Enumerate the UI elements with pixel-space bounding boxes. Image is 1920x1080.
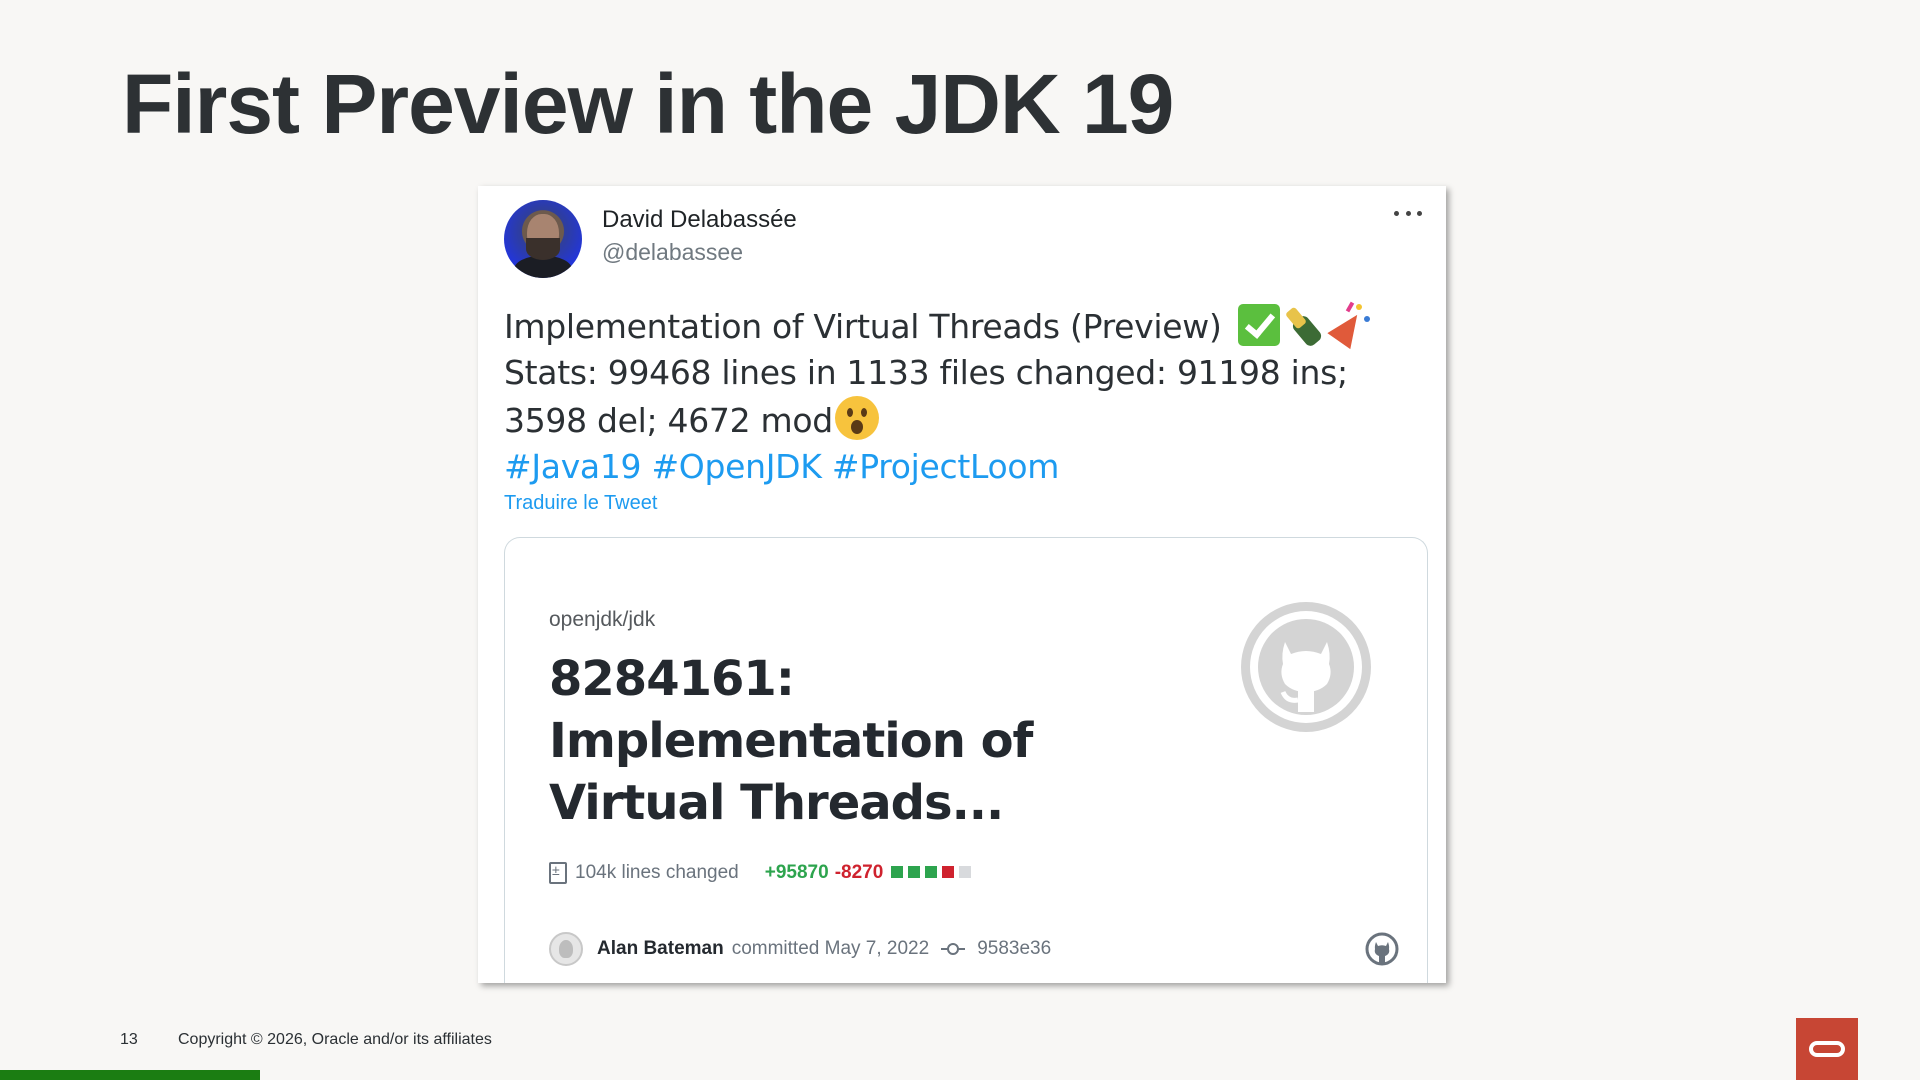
hashtag-openjdk[interactable]: #OpenJDK: [651, 447, 821, 486]
github-icon[interactable]: [1365, 932, 1399, 966]
more-icon: [1417, 210, 1422, 216]
commit-title-line-3: Virtual Threads...: [549, 775, 1004, 831]
oracle-logo: [1796, 1018, 1858, 1080]
slide-title: First Preview in the JDK 19: [122, 57, 1174, 151]
diff-square: [891, 866, 904, 878]
commit-sha: 9583e36: [977, 938, 1052, 959]
check-mark-emoji: [1237, 304, 1280, 346]
commit-title-line-2: Implementation of: [549, 713, 1033, 769]
diff-file-icon: [549, 862, 567, 884]
commit-title: 8284161: Implementation of Virtual Threa…: [549, 648, 1069, 834]
diff-square: [908, 866, 921, 878]
slide-number: 13: [120, 1031, 138, 1048]
deletions-count: -8270: [834, 862, 884, 883]
copyright-notice: Copyright © 2026, Oracle and/or its affi…: [178, 1031, 492, 1048]
commit-author-row: Alan Bateman committed May 7, 2022 9583e…: [549, 932, 1051, 966]
commit-author-avatar: [549, 932, 583, 966]
author-avatar[interactable]: [504, 200, 582, 278]
author-name[interactable]: David Delabassée: [602, 206, 797, 234]
additions-count: +95870: [764, 862, 829, 883]
more-icon: [1394, 210, 1399, 216]
lines-changed: 104k lines changed: [575, 862, 739, 883]
champagne-emoji: [1284, 302, 1328, 349]
diff-square: [959, 866, 972, 878]
commit-date: committed May 7, 2022: [731, 938, 930, 959]
more-icon: [1405, 210, 1411, 216]
github-octocat-icon: [1241, 602, 1371, 732]
tweet-embed: David Delabassée @delabassee Implementat…: [478, 186, 1446, 983]
hashtags: #Java19 #OpenJDK #ProjectLoom: [504, 444, 1424, 490]
tweet-line-1: Implementation of Virtual Threads (Previ…: [504, 301, 1424, 350]
commit-stats: 104k lines changed +95870 -8270: [549, 862, 976, 884]
author-handle[interactable]: @delabassee: [602, 239, 743, 266]
commit-title-line-1: 8284161:: [549, 651, 795, 707]
git-commit-icon: [941, 942, 966, 956]
tweet-text-line-2: Stats: 99468 lines in 1133 files changed…: [504, 353, 1348, 392]
diff-square: [942, 866, 955, 878]
hashtag-java19[interactable]: #Java19: [504, 447, 642, 486]
hashtag-projectloom[interactable]: #ProjectLoom: [832, 447, 1060, 486]
tweet-text-line-1: Implementation of Virtual Threads (Previ…: [504, 307, 1222, 346]
diff-square: [925, 866, 938, 878]
repo-name: openjdk/jdk: [549, 608, 656, 631]
accent-bar: [0, 1070, 260, 1080]
github-link-card[interactable]: openjdk/jdk 8284161: Implementation of V…: [504, 537, 1428, 983]
commit-author-name: Alan Bateman: [597, 938, 724, 959]
party-popper-emoji: [1327, 301, 1374, 350]
avatar-beard: [526, 238, 560, 260]
astonished-face-emoji: [834, 396, 879, 440]
more-options-button[interactable]: [1390, 200, 1426, 226]
tweet-line-3: 3598 del; 4672 mod: [504, 396, 1424, 444]
translate-tweet-link[interactable]: Traduire le Tweet: [504, 492, 657, 515]
tweet-text-line-3: 3598 del; 4672 mod: [504, 401, 833, 440]
diff-bar: [891, 862, 976, 884]
tweet-body: Implementation of Virtual Threads (Previ…: [504, 301, 1424, 490]
